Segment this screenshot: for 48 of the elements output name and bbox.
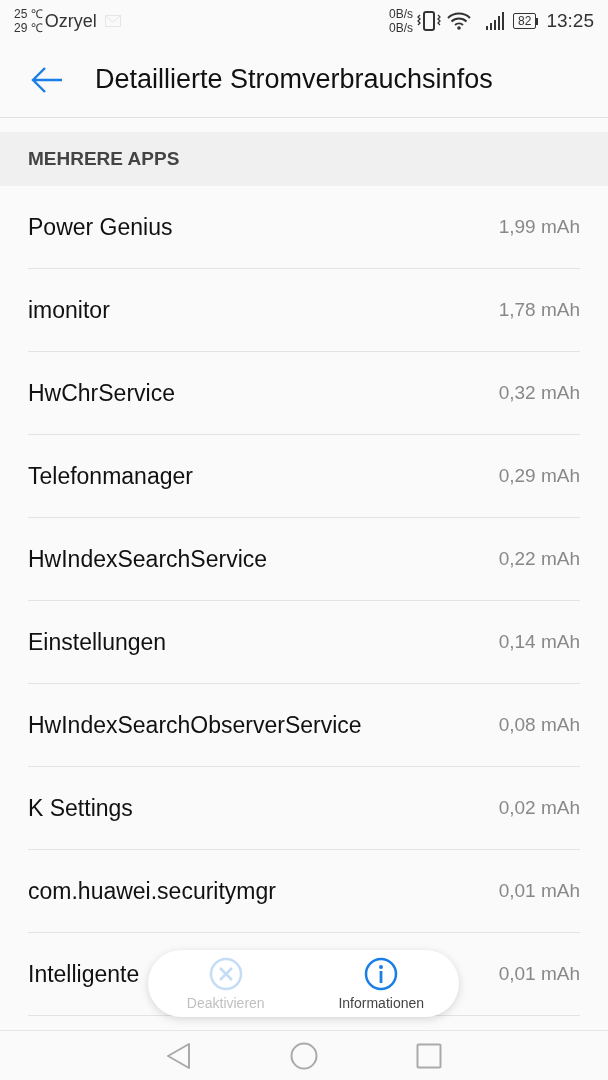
temperature-text: 29 ℃: [14, 21, 43, 35]
app-row[interactable]: imonitor 1,78 mAh: [28, 269, 580, 352]
page-title: Detaillierte Stromverbrauchsinfos: [95, 63, 493, 97]
app-row[interactable]: Power Genius 1,99 mAh: [28, 186, 580, 269]
usage-value: 1,78 mAh: [498, 297, 580, 322]
app-name: Einstellungen: [28, 627, 167, 657]
app-row[interactable]: com.huawei.securitymgr 0,01 mAh: [28, 850, 580, 933]
app-row[interactable]: Einstellungen 0,14 mAh: [28, 601, 580, 684]
app-name: K Settings: [28, 793, 133, 823]
app-name: HwChrService: [28, 378, 175, 408]
app-name: Telefonmanager: [28, 461, 193, 491]
app-row[interactable]: Telefonmanager 0,29 mAh: [28, 435, 580, 518]
info-icon: [364, 957, 399, 991]
app-name: Power Genius: [28, 212, 173, 242]
back-arrow-icon[interactable]: [30, 65, 64, 94]
app-row[interactable]: K Settings 0,02 mAh: [28, 767, 580, 850]
wifi-icon: [447, 12, 472, 30]
battery-icon: 82: [513, 13, 539, 29]
app-name: HwIndexSearchObserverService: [28, 710, 362, 740]
app-name: Intelligente: [28, 959, 140, 989]
temperature-text: 25 ℃: [14, 7, 43, 21]
app-name: HwIndexSearchService: [28, 544, 268, 574]
usage-value: 0,08 mAh: [498, 712, 580, 737]
close-circle-icon: [208, 957, 243, 991]
usage-value: 0,01 mAh: [498, 961, 580, 986]
usage-value: 0,32 mAh: [498, 380, 580, 405]
back-icon[interactable]: [166, 1041, 192, 1070]
action-button[interactable]: Informationen: [303, 950, 459, 1017]
usage-value: 0,22 mAh: [498, 546, 580, 571]
vibrate-icon: [417, 10, 442, 32]
recents-icon[interactable]: [416, 1042, 442, 1069]
usage-value: 0,02 mAh: [498, 795, 580, 820]
usage-value: 1,99 mAh: [498, 214, 580, 239]
app-row[interactable]: HwIndexSearchService 0,22 mAh: [28, 518, 580, 601]
speed-text: 0B/s: [389, 7, 414, 21]
usage-value: 0,01 mAh: [498, 878, 580, 903]
app-name: imonitor: [28, 295, 110, 325]
signal-icon: [485, 12, 506, 30]
app-row[interactable]: HwIndexSearchObserverService 0,08 mAh: [28, 684, 580, 767]
clock-text: 13:25: [546, 8, 594, 33]
app-name: com.huawei.securitymgr: [28, 876, 276, 906]
usage-value: 0,29 mAh: [498, 463, 580, 488]
usage-value: 0,14 mAh: [498, 629, 580, 654]
home-icon[interactable]: [290, 1041, 318, 1070]
section-header: MEHRERE APPS: [28, 146, 180, 171]
speed-text: 0B/s: [389, 21, 414, 35]
app-row[interactable]: HwChrService 0,32 mAh: [28, 352, 580, 435]
carrier-text: Ozryel: [44, 9, 97, 33]
